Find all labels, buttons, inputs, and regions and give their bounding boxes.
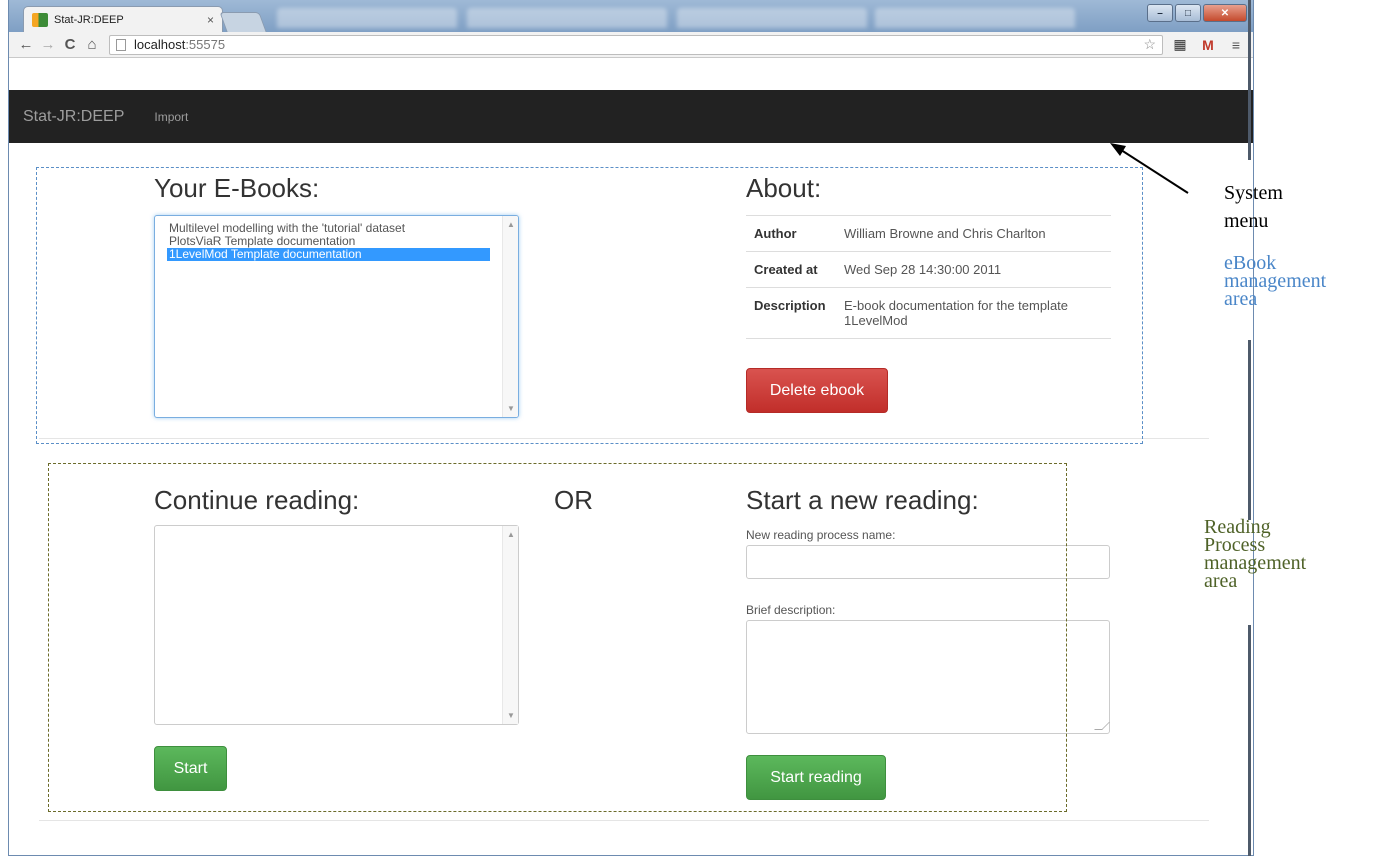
- window-edge: [1248, 0, 1251, 160]
- annotation-arrow-icon: [1110, 143, 1189, 194]
- ebook-area-annotation: eBook management area: [1224, 253, 1326, 310]
- window-controls: – □ ✕: [1147, 4, 1247, 22]
- bookmark-star-icon[interactable]: ☆: [1143, 36, 1156, 53]
- home-icon[interactable]: ⌂: [81, 36, 103, 53]
- close-window-button[interactable]: ✕: [1203, 4, 1247, 22]
- app-brand[interactable]: Stat-JR:DEEP: [23, 108, 124, 126]
- url-host: localhost: [134, 37, 186, 52]
- background-tab[interactable]: [677, 8, 867, 28]
- nav-import-link[interactable]: Import: [154, 110, 188, 124]
- forward-icon[interactable]: →: [37, 36, 59, 53]
- window-titlebar: Stat-JR:DEEP × – □ ✕: [9, 0, 1253, 32]
- system-menu-navbar: Stat-JR:DEEP Import: [9, 90, 1253, 143]
- maximize-button[interactable]: □: [1175, 4, 1201, 22]
- url-port: :55575: [185, 37, 226, 52]
- browser-toolbar: ← → C ⌂ localhost:55575 ☆ ▦ M ≡: [9, 32, 1253, 58]
- new-tab-button[interactable]: [219, 12, 267, 32]
- gmail-extension-icon[interactable]: M: [1197, 37, 1219, 53]
- reading-area-annotation: Reading Process management area: [1204, 517, 1306, 592]
- qr-extension-icon[interactable]: ▦: [1169, 36, 1191, 53]
- reading-area-outline: [48, 463, 1067, 812]
- address-bar[interactable]: localhost:55575 ☆: [109, 34, 1163, 55]
- window-edge: [1248, 340, 1251, 520]
- page-icon: [116, 38, 126, 51]
- annotation-line: System: [1224, 182, 1283, 204]
- ebook-area-outline: [36, 167, 1143, 444]
- resize-grip-icon[interactable]: [1094, 722, 1110, 730]
- annotation-line: menu: [1224, 210, 1269, 232]
- tab-close-icon[interactable]: ×: [207, 13, 214, 27]
- annotation-line: area: [1204, 570, 1238, 592]
- tab-title: Stat-JR:DEEP: [54, 13, 124, 26]
- background-tab[interactable]: [467, 8, 667, 28]
- app-favicon-icon: [32, 12, 48, 27]
- window-edge: [1248, 625, 1251, 856]
- reload-icon[interactable]: C: [59, 36, 81, 53]
- background-tab[interactable]: [277, 8, 457, 28]
- section-divider: [39, 820, 1209, 821]
- background-tab[interactable]: [875, 8, 1075, 28]
- annotation-line: area: [1224, 288, 1258, 310]
- system-menu-annotation: System menu: [1224, 182, 1283, 232]
- back-icon[interactable]: ←: [15, 36, 37, 53]
- browser-menu-icon[interactable]: ≡: [1225, 37, 1247, 53]
- minimize-button[interactable]: –: [1147, 4, 1173, 22]
- browser-tab[interactable]: Stat-JR:DEEP ×: [23, 6, 223, 32]
